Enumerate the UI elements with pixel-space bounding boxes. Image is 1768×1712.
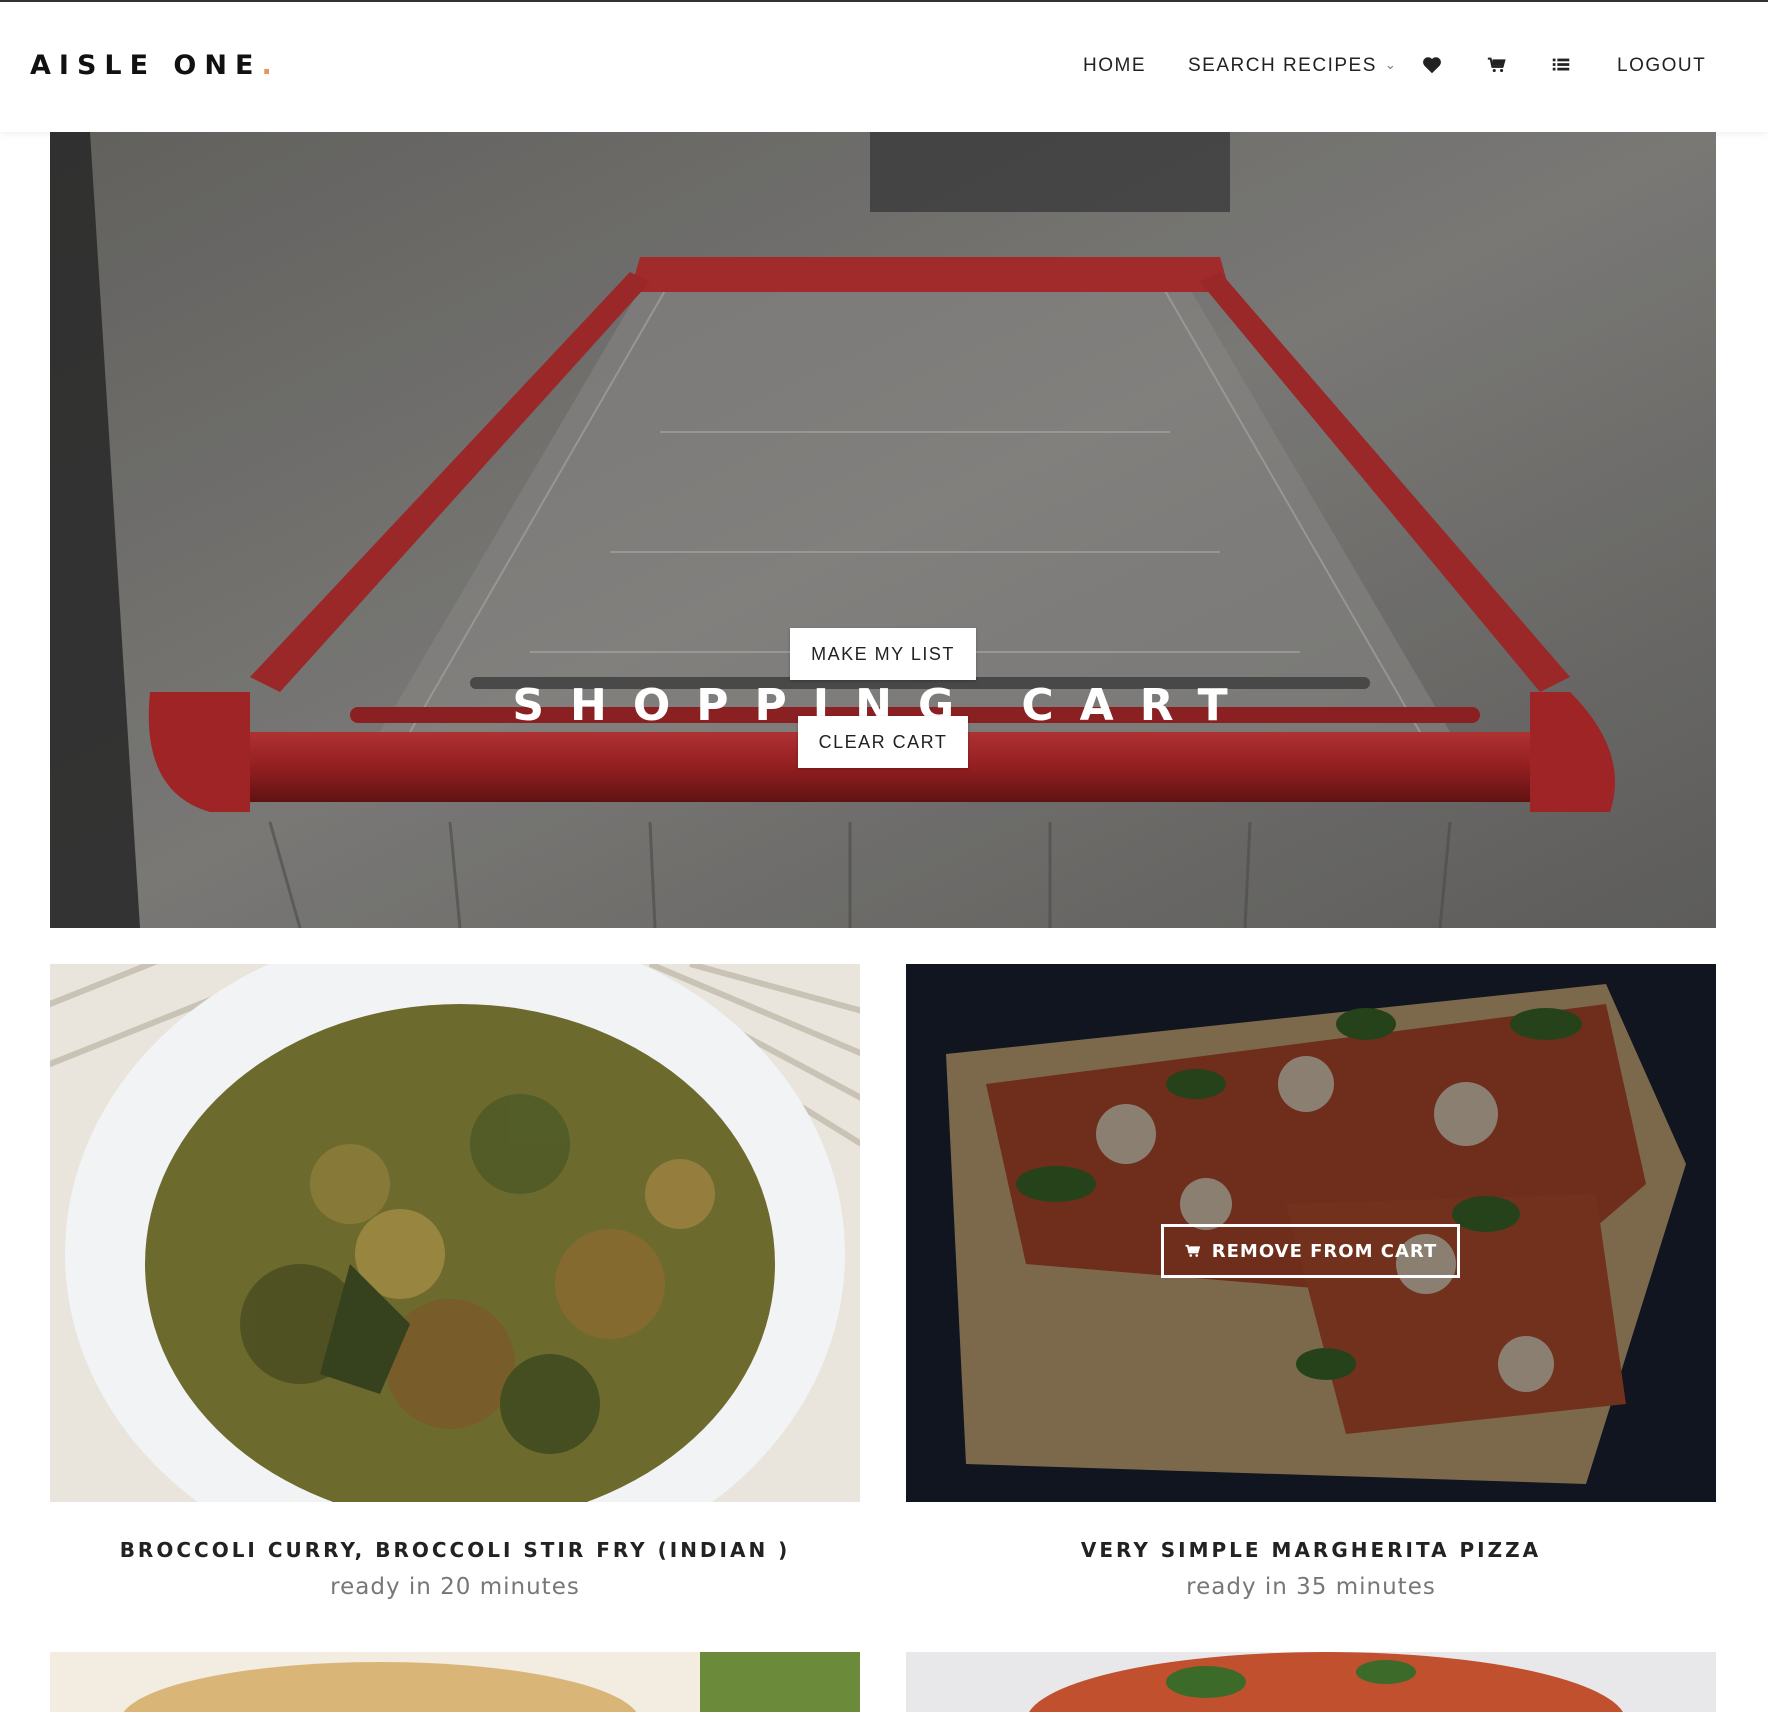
brand-dot: . — [261, 50, 272, 81]
make-my-list-button[interactable]: MAKE MY LIST — [790, 628, 976, 680]
cart-icon[interactable] — [1486, 54, 1510, 78]
nav-search-recipes[interactable]: SEARCH RECIPES ⌄ — [1188, 55, 1397, 77]
list-icon[interactable] — [1550, 54, 1574, 78]
hero-banner: SHOPPING CART MAKE MY LIST CLEAR CART — [50, 132, 1716, 928]
recipe-ready-time: ready in 20 minutes — [330, 1574, 580, 1600]
recipe-image-broccoli-curry[interactable] — [50, 964, 860, 1502]
remove-from-cart-label: REMOVE FROM CART — [1211, 1240, 1438, 1262]
recipe-ready-time: ready in 35 minutes — [1186, 1574, 1436, 1600]
shopping-cart-photo — [50, 132, 1716, 928]
brand-name: AISLE ONE — [30, 50, 262, 81]
nav-logout[interactable]: LOGOUT — [1617, 55, 1706, 77]
nav-home[interactable]: HOME — [1083, 55, 1146, 77]
recipe-title[interactable]: VERY SIMPLE MARGHERITA PIZZA — [906, 1538, 1716, 1562]
remove-from-cart-button[interactable]: REMOVE FROM CART — [1161, 1224, 1460, 1278]
recipe-image[interactable] — [906, 1652, 1716, 1712]
recipe-title[interactable]: BROCCOLI CURRY, BROCCOLI STIR FRY (INDIA… — [50, 1538, 860, 1562]
chevron-down-icon: ⌄ — [1384, 57, 1398, 72]
heart-icon[interactable] — [1421, 54, 1445, 78]
nav-search-recipes-label: SEARCH RECIPES — [1188, 55, 1377, 76]
recipe-image[interactable] — [50, 1652, 860, 1712]
cart-icon — [1185, 1244, 1200, 1257]
navbar: AISLE ONE. HOME SEARCH RECIPES ⌄ LOGOUT — [0, 2, 1768, 132]
clear-cart-button[interactable]: CLEAR CART — [798, 716, 968, 768]
brand-logo[interactable]: AISLE ONE. — [30, 50, 272, 81]
